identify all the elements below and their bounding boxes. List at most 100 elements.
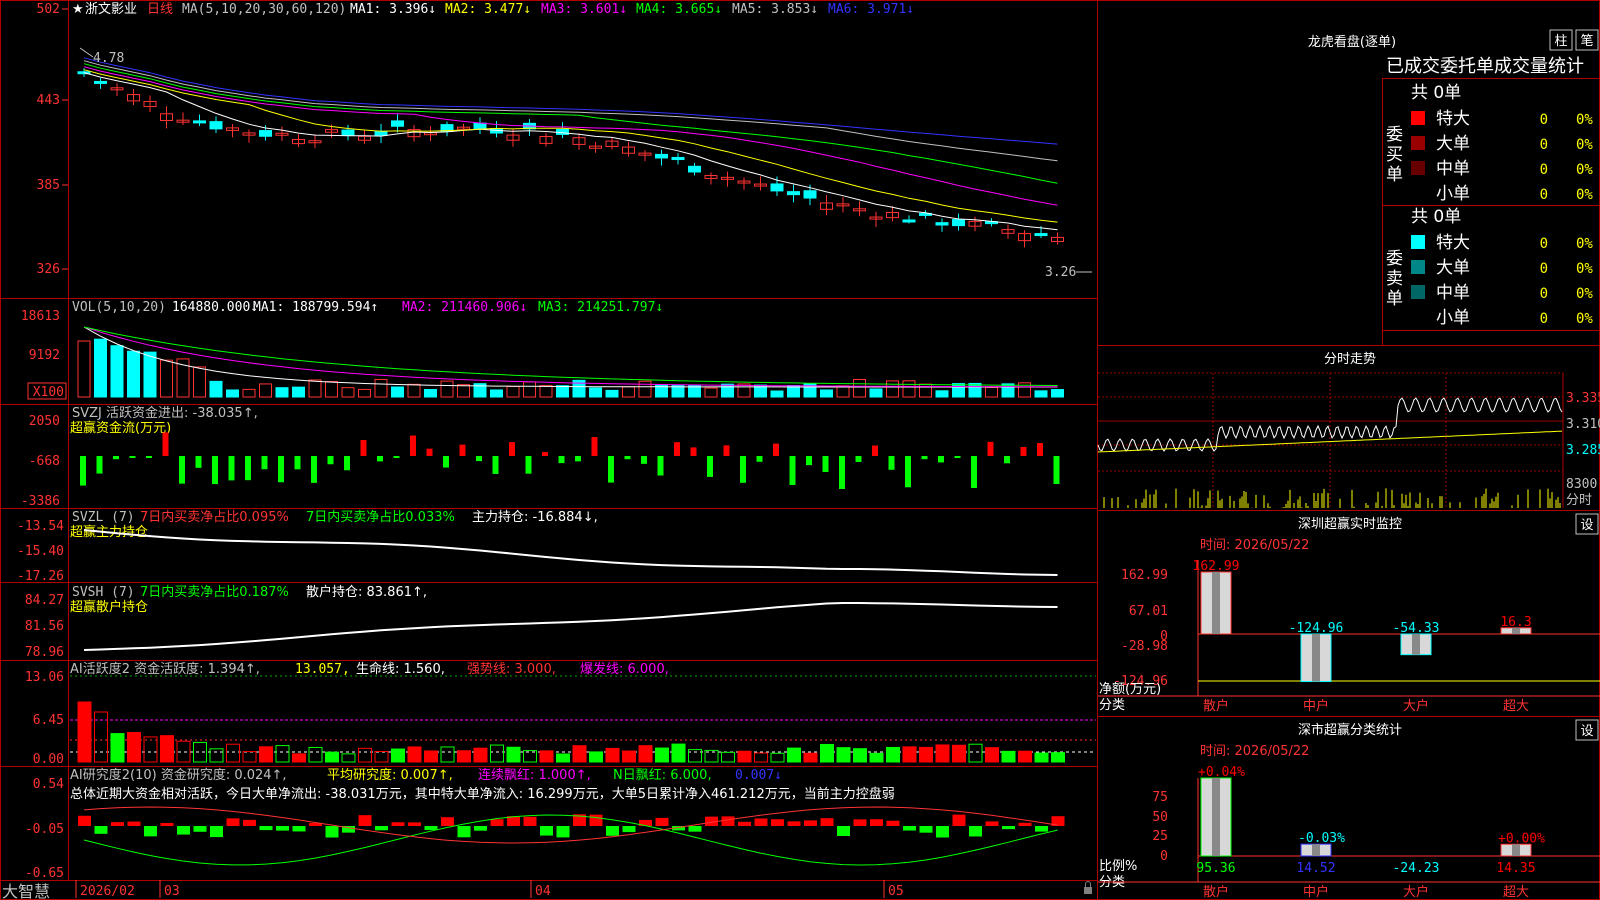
- svzl-c: 主力持仓: -16.884↓,: [472, 510, 598, 525]
- activity-bar: [589, 751, 603, 763]
- activity-bar: [688, 749, 702, 763]
- research-bar: [820, 818, 834, 826]
- candle: [341, 129, 355, 136]
- tab-orders[interactable]: 委托单: [1440, 56, 1494, 77]
- candle: [209, 121, 223, 130]
- volume-bar: [506, 385, 520, 398]
- ratio-value: 14.52: [1296, 861, 1335, 876]
- retail-holding-line: [83, 602, 1058, 651]
- order-type-label: 特大: [1436, 233, 1470, 253]
- price-tick: 3.285: [1566, 443, 1600, 458]
- fund-bar: [888, 456, 895, 470]
- fund-bar: [789, 456, 796, 485]
- activity-bar: [1034, 752, 1049, 763]
- yaxis-tick: -17.26: [17, 569, 64, 584]
- research-bar: [919, 826, 933, 833]
- candle: [259, 130, 272, 137]
- activity-bar: [556, 753, 570, 763]
- fund-bar: [707, 456, 713, 477]
- unit-label: 分时: [1566, 493, 1592, 508]
- ratio-value: 95.36: [1196, 861, 1235, 876]
- research-bar: [226, 818, 240, 826]
- activity-bar: [952, 744, 966, 763]
- monitor-time: 时间: 2026/05/22: [1200, 538, 1309, 553]
- settings-button[interactable]: 设: [1575, 719, 1599, 741]
- yaxis-tick: 67.01: [1129, 604, 1168, 619]
- volume-bar: [556, 385, 569, 398]
- activity-bar: [143, 736, 158, 763]
- bar-value: 162.99: [1193, 559, 1240, 574]
- svsh-name: SVSH (7): [72, 585, 135, 600]
- order-count: 0: [1540, 162, 1548, 178]
- fund-bar: [641, 456, 647, 464]
- ai1-b: 13.057,: [295, 662, 350, 677]
- tab-volume-stats[interactable]: 成交量统计: [1494, 56, 1584, 77]
- side-label: 单: [1386, 165, 1403, 185]
- research-bar: [210, 826, 223, 838]
- side-label: 买: [1386, 145, 1403, 165]
- activity-bar: [308, 746, 323, 763]
- activity-bar: [457, 750, 471, 763]
- date-label: 05: [888, 884, 904, 899]
- lock-icon[interactable]: [1084, 881, 1092, 895]
- research-bar: [292, 826, 306, 832]
- fund-bar: [921, 456, 928, 460]
- research-bar: [787, 821, 801, 826]
- category-name: 超大: [1503, 699, 1529, 714]
- yaxis-tick: -0.05: [25, 822, 64, 837]
- candle: [94, 80, 107, 84]
- pillar-button[interactable]: 柱: [1549, 29, 1573, 51]
- activity-bar: [721, 751, 735, 763]
- order-count: 0: [1540, 261, 1548, 277]
- period-label[interactable]: 日线: [147, 2, 173, 17]
- category-name: 中户: [1303, 884, 1329, 900]
- fund-bar: [855, 456, 862, 462]
- fund-bar: [360, 439, 367, 456]
- fund-bar: [954, 456, 961, 458]
- candle: [655, 153, 668, 159]
- research-bar: [985, 821, 999, 826]
- tab-filled[interactable]: 已成交: [1386, 56, 1440, 77]
- fund-bar: [608, 456, 614, 483]
- candle: [374, 130, 388, 136]
- activity-bar: [160, 735, 174, 763]
- yaxis-tick: -28.98: [1121, 639, 1168, 654]
- research-bar: [688, 826, 702, 832]
- order-type-label: 大单: [1436, 258, 1470, 278]
- activity-bar: [968, 743, 983, 763]
- pen-button[interactable]: 笔: [1575, 29, 1599, 51]
- stock-name[interactable]: 浙文影业: [85, 2, 137, 17]
- activity-bar: [506, 746, 521, 763]
- activity-bar: [836, 747, 851, 763]
- volume-bar: [374, 378, 388, 398]
- activity-bar: [391, 748, 405, 763]
- ma-legend-item: MA6: 3.971↓: [828, 2, 914, 17]
- volume-bar: [490, 389, 503, 398]
- activity-bar: [737, 750, 752, 763]
- vol-tick: 8300: [1566, 477, 1597, 492]
- fund-bar: [905, 456, 911, 488]
- bar-value: -124.96: [1289, 621, 1344, 636]
- category-name: 大户: [1403, 884, 1429, 900]
- activity-bar: [259, 746, 273, 763]
- settings-button[interactable]: 设: [1575, 513, 1599, 535]
- volume-bar: [935, 390, 949, 398]
- fund-bar: [146, 456, 152, 458]
- yaxis-tick: 50: [1152, 810, 1168, 825]
- activity-bar: [1018, 750, 1032, 763]
- ai2-c: 连续飘红: 1.000↑,: [478, 767, 591, 783]
- yaxis-tick: 326: [37, 262, 60, 277]
- research-bar: [754, 818, 768, 826]
- research-bar: [903, 826, 916, 831]
- fund-bar: [179, 456, 185, 484]
- ma-params: MA(5,10,20,30,60,120): [182, 2, 346, 17]
- yaxis-tick: 6.45: [33, 713, 64, 728]
- activity-bar: [655, 747, 669, 763]
- research-bar: [111, 822, 124, 826]
- candle: [473, 122, 487, 130]
- volume-bar: [539, 385, 553, 398]
- activity-bar: [1001, 750, 1016, 763]
- activity-bar: [440, 746, 455, 763]
- activity-bar: [490, 744, 504, 763]
- volume-bar: [308, 379, 322, 398]
